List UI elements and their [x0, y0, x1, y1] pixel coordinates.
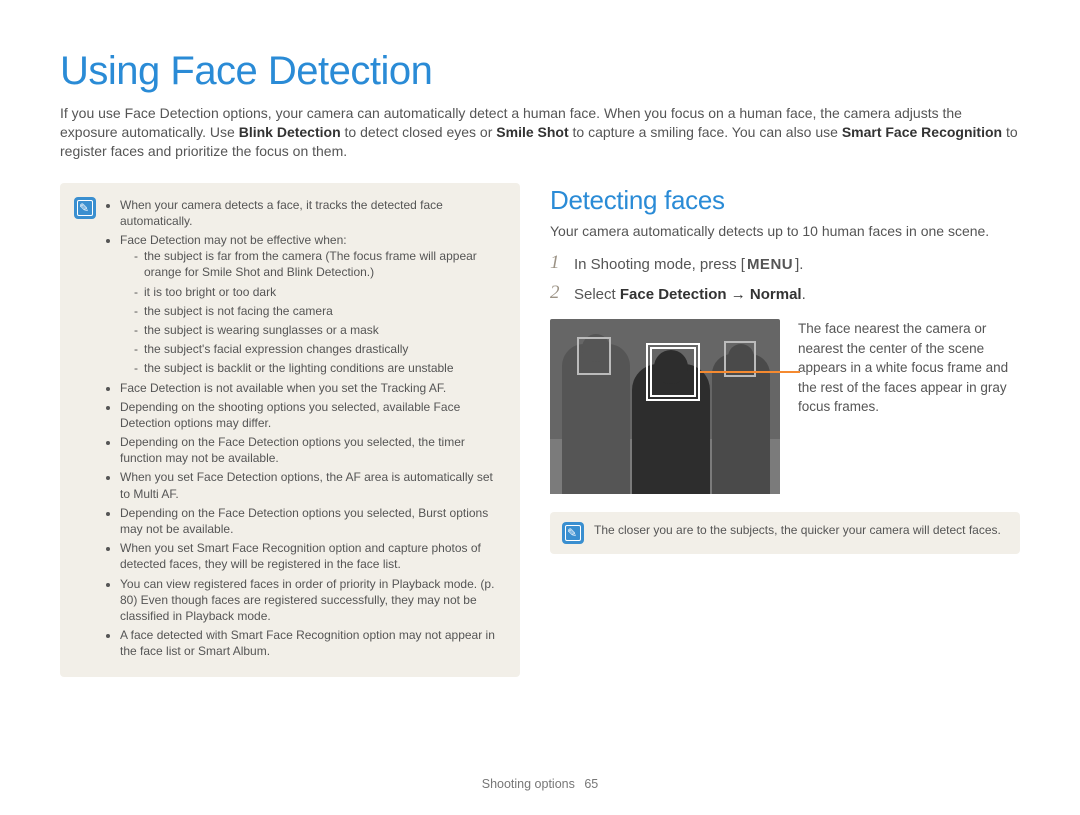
- step-2: 2 Select Face Detection → Normal.: [550, 283, 1020, 305]
- note-bullet: Face Detection may not be effective when…: [120, 232, 504, 377]
- note-bullet: When your camera detects a face, it trac…: [120, 197, 504, 229]
- step-text: In Shooting mode, press [: [574, 256, 745, 273]
- intro-paragraph: If you use Face Detection options, your …: [60, 104, 1020, 161]
- step-number: 1: [550, 253, 564, 275]
- note-bullet: Depending on the Face Detection options …: [120, 505, 504, 537]
- note-bullet: Face Detection is not available when you…: [120, 380, 504, 396]
- step-text: .: [802, 286, 806, 303]
- note-bullet: You can view registered faces in order o…: [120, 576, 504, 625]
- note-bullet: When you set Face Detection options, the…: [120, 469, 504, 501]
- note-subbullet: it is too bright or too dark: [134, 284, 504, 300]
- step-text: Select: [574, 286, 620, 303]
- note-subbullet: the subject is not facing the camera: [134, 303, 504, 319]
- note-bullet: When you set Smart Face Recognition opti…: [120, 540, 504, 572]
- tip-text: The closer you are to the subjects, the …: [594, 522, 1001, 544]
- note-bullet-lead: Face Detection may not be effective when…: [120, 233, 347, 247]
- footer-page-number: 65: [584, 777, 598, 791]
- info-note-box: When your camera detects a face, it trac…: [60, 183, 520, 677]
- page-footer: Shooting options 65: [0, 776, 1080, 793]
- note-subbullet: the subject's facial expression changes …: [134, 341, 504, 357]
- note-subbullet: the subject is far from the camera (The …: [134, 248, 504, 280]
- callout-line: [700, 371, 800, 373]
- intro-b1: Blink Detection: [239, 124, 341, 140]
- note-icon: [74, 197, 96, 219]
- note-bullet: A face detected with Smart Face Recognit…: [120, 627, 504, 659]
- note-subbullet: the subject is wearing sunglasses or a m…: [134, 322, 504, 338]
- illustration-caption: The face nearest the camera or nearest t…: [798, 319, 1020, 417]
- intro-b2: Smile Shot: [496, 124, 568, 140]
- section-intro: Your camera automatically detects up to …: [550, 222, 1020, 241]
- note-icon: [562, 522, 584, 544]
- step-bold: Face Detection → Normal: [620, 286, 802, 303]
- page-title: Using Face Detection: [60, 44, 1020, 98]
- section-heading: Detecting faces: [550, 183, 1020, 218]
- menu-button-label: MENU: [745, 255, 795, 275]
- step-1: 1 In Shooting mode, press [MENU].: [550, 253, 1020, 275]
- tip-note-box: The closer you are to the subjects, the …: [550, 512, 1020, 554]
- illustration-face-detection: [550, 319, 780, 494]
- footer-section: Shooting options: [482, 777, 575, 791]
- focus-frame-gray: [577, 337, 611, 375]
- focus-frame-white: [650, 347, 696, 397]
- intro-p3: to capture a smiling face. You can also …: [573, 124, 842, 140]
- note-body: When your camera detects a face, it trac…: [106, 197, 504, 663]
- intro-b3: Smart Face Recognition: [842, 124, 1002, 140]
- note-bullet: Depending on the shooting options you se…: [120, 399, 504, 431]
- note-bullet: Depending on the Face Detection options …: [120, 434, 504, 466]
- step-number: 2: [550, 283, 564, 305]
- step-text: ].: [795, 256, 803, 273]
- note-subbullet: the subject is backlit or the lighting c…: [134, 360, 504, 376]
- intro-p2: to detect closed eyes or: [345, 124, 497, 140]
